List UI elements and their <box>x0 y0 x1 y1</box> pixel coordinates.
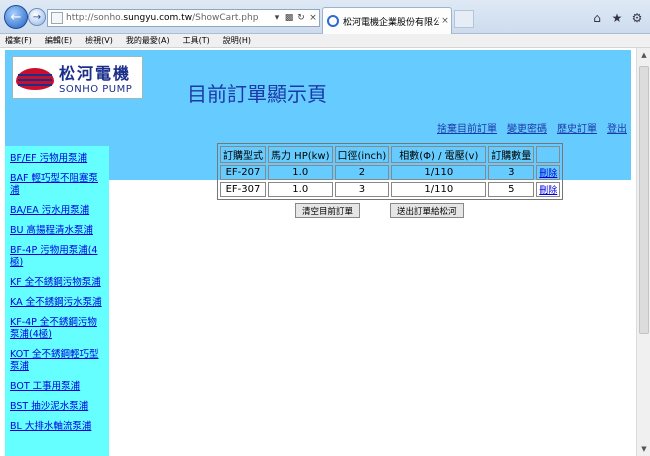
logo-mark <box>16 60 56 96</box>
browser-tab[interactable]: 松河電機企業股份有限公司... × <box>322 7 452 34</box>
sidebar-item-kf[interactable]: KF 全不銹鋼污物泵浦 <box>5 274 109 294</box>
menu-view[interactable]: 檢視(V) <box>85 35 113 46</box>
order-section: 訂購型式 馬力 HP(kw) 口徑(inch) 相數(Φ) / 電壓(v) 訂購… <box>217 143 564 218</box>
col-quantity: 訂購數量 <box>488 146 535 163</box>
scroll-up-icon[interactable]: ▲ <box>637 48 650 62</box>
page-icon <box>51 12 63 24</box>
cell-phase-voltage: 1/110 <box>391 165 487 180</box>
sidebar-item-bf-4p[interactable]: BF-4P 污物用泵浦(4極) <box>5 242 109 274</box>
menu-edit[interactable]: 編輯(E) <box>45 35 72 46</box>
order-history-link[interactable]: 歷史訂單 <box>557 120 597 135</box>
refresh-icon[interactable]: ↻ <box>295 13 307 23</box>
cell-qty: 3 <box>488 165 535 180</box>
logout-link[interactable]: 登出 <box>607 120 627 135</box>
cell-hp: 1.0 <box>268 182 333 197</box>
cell-model: EF-307 <box>220 182 266 197</box>
col-horsepower: 馬力 HP(kw) <box>268 146 333 163</box>
tab-title: 松河電機企業股份有限公司... <box>343 17 439 28</box>
cell-bore: 3 <box>334 182 390 197</box>
scrollbar-thumb[interactable] <box>639 66 649 334</box>
delete-link[interactable]: 刪除 <box>539 186 557 196</box>
sidebar-item-bl[interactable]: BL 大排水軸流泵浦 <box>5 418 109 438</box>
clear-order-button[interactable]: 清空目前訂單 <box>295 203 361 218</box>
arrow-right-icon: → <box>32 11 42 23</box>
col-action <box>536 146 561 163</box>
cell-bore: 2 <box>334 165 390 180</box>
sidebar-item-bu[interactable]: BU 高揚程清水泵浦 <box>5 222 109 242</box>
forward-button[interactable]: → <box>28 8 46 26</box>
arrow-left-icon: ← <box>10 9 22 25</box>
address-bar[interactable]: http://sonho.sungyu.com.tw/ShowCart.php … <box>47 9 320 27</box>
page-title: 目前訂單顯示頁 <box>187 82 327 106</box>
sidebar-item-bst[interactable]: BST 抽沙泥水泵浦 <box>5 398 109 418</box>
col-model: 訂購型式 <box>220 146 266 163</box>
menu-help[interactable]: 說明(H) <box>223 35 251 46</box>
sonho-logo: 松河電機 SONHO PUMP <box>12 56 143 99</box>
sidebar-item-bf-ef[interactable]: BF/EF 污物用泵浦 <box>5 150 109 170</box>
close-tab-icon[interactable]: × <box>439 16 451 26</box>
page-viewport: 松河電機 SONHO PUMP 目前訂單顯示頁 捨棄目前訂單 變更密碼 歷史訂單… <box>0 48 636 456</box>
sidebar-item-ka[interactable]: KA 全不銹鋼污水泵浦 <box>5 294 109 314</box>
url-text[interactable]: http://sonho.sungyu.com.tw/ShowCart.php <box>66 13 271 23</box>
star-icon[interactable]: ★ <box>610 11 624 25</box>
browser-toolbar: ← → http://sonho.sungyu.com.tw/ShowCart.… <box>0 0 650 34</box>
submit-order-button[interactable]: 送出訂單給松河 <box>390 203 464 218</box>
ie-favicon-icon <box>327 15 339 27</box>
col-bore: 口徑(inch) <box>334 146 390 163</box>
vertical-scrollbar[interactable]: ▲ ▼ <box>636 48 650 456</box>
sidebar-item-kf-4p[interactable]: KF-4P 全不銹鋼污物泵浦(4極) <box>5 314 109 346</box>
table-row: EF-307 1.0 3 1/110 5 刪除 <box>220 182 561 197</box>
sidebar-item-bot[interactable]: BOT 工事用泵浦 <box>5 378 109 398</box>
delete-link[interactable]: 刪除 <box>539 169 557 179</box>
menu-file[interactable]: 檔案(F) <box>5 35 32 46</box>
compat-view-icon[interactable]: ▩ <box>283 13 295 23</box>
menu-favorites[interactable]: 我的最愛(A) <box>126 35 170 46</box>
account-links: 捨棄目前訂單 變更密碼 歷史訂單 登出 <box>437 120 627 135</box>
back-button[interactable]: ← <box>4 5 28 29</box>
logo-english-text: SONHO PUMP <box>59 84 133 95</box>
menu-tools[interactable]: 工具(T) <box>183 35 210 46</box>
sidebar-item-baf[interactable]: BAF 輕巧型不阻塞泵浦 <box>5 170 109 202</box>
change-password-link[interactable]: 變更密碼 <box>507 120 547 135</box>
col-phase-voltage: 相數(Φ) / 電壓(v) <box>391 146 487 163</box>
order-table: 訂購型式 馬力 HP(kw) 口徑(inch) 相數(Φ) / 電壓(v) 訂購… <box>217 143 564 200</box>
table-header-row: 訂購型式 馬力 HP(kw) 口徑(inch) 相數(Φ) / 電壓(v) 訂購… <box>220 146 561 163</box>
product-sidebar: BF/EF 污物用泵浦 BAF 輕巧型不阻塞泵浦 BA/EA 污水用泵浦 BU … <box>5 146 109 456</box>
sidebar-item-kot[interactable]: KOT 全不銹鋼輕巧型泵浦 <box>5 346 109 378</box>
new-tab-button[interactable] <box>454 10 474 28</box>
cell-qty: 5 <box>488 182 535 197</box>
home-icon[interactable]: ⌂ <box>590 11 604 25</box>
logo-chinese-text: 松河電機 <box>59 64 132 83</box>
cell-hp: 1.0 <box>268 165 333 180</box>
scroll-down-icon[interactable]: ▼ <box>637 442 650 456</box>
stop-icon[interactable]: × <box>307 13 319 23</box>
cell-phase-voltage: 1/110 <box>391 182 487 197</box>
sidebar-item-ba-ea[interactable]: BA/EA 污水用泵浦 <box>5 202 109 222</box>
table-row: EF-207 1.0 2 1/110 3 刪除 <box>220 165 561 180</box>
gear-icon[interactable]: ⚙ <box>630 11 644 25</box>
cell-model: EF-207 <box>220 165 266 180</box>
menu-bar: 檔案(F) 編輯(E) 檢視(V) 我的最愛(A) 工具(T) 說明(H) <box>0 34 650 48</box>
search-dropdown-icon[interactable]: ▾ <box>271 13 283 23</box>
discard-order-link[interactable]: 捨棄目前訂單 <box>437 120 497 135</box>
